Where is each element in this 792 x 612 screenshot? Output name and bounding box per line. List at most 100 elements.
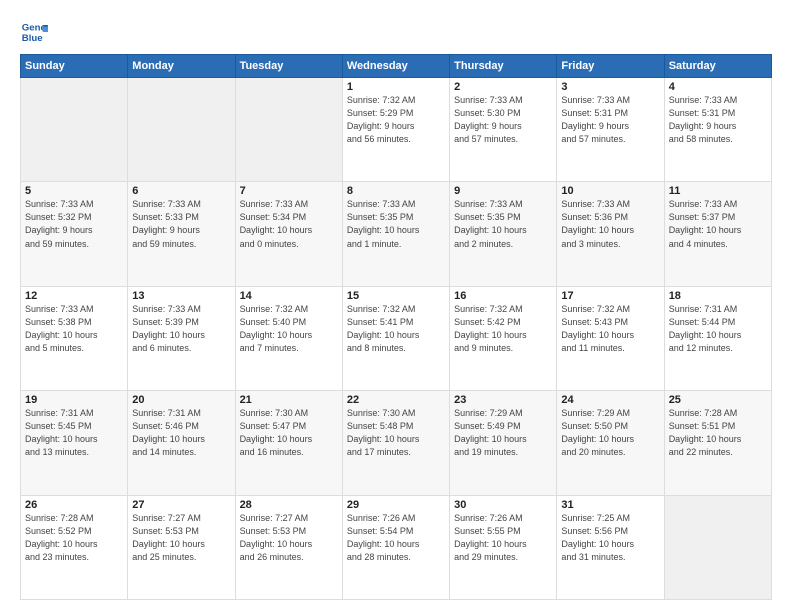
calendar-cell: 5Sunrise: 7:33 AM Sunset: 5:32 PM Daylig… <box>21 182 128 286</box>
calendar-week-4: 19Sunrise: 7:31 AM Sunset: 5:45 PM Dayli… <box>21 391 772 495</box>
cell-day-number: 11 <box>669 185 767 197</box>
calendar-cell: 15Sunrise: 7:32 AM Sunset: 5:41 PM Dayli… <box>342 286 449 390</box>
cell-day-number: 14 <box>240 290 338 302</box>
calendar-cell <box>128 78 235 182</box>
calendar-cell: 31Sunrise: 7:25 AM Sunset: 5:56 PM Dayli… <box>557 495 664 599</box>
calendar-cell: 28Sunrise: 7:27 AM Sunset: 5:53 PM Dayli… <box>235 495 342 599</box>
cell-info: Sunrise: 7:29 AM Sunset: 5:50 PM Dayligh… <box>561 407 659 459</box>
cell-day-number: 27 <box>132 499 230 511</box>
cell-day-number: 26 <box>25 499 123 511</box>
calendar-week-1: 1Sunrise: 7:32 AM Sunset: 5:29 PM Daylig… <box>21 78 772 182</box>
calendar-week-5: 26Sunrise: 7:28 AM Sunset: 5:52 PM Dayli… <box>21 495 772 599</box>
cell-info: Sunrise: 7:30 AM Sunset: 5:48 PM Dayligh… <box>347 407 445 459</box>
cell-info: Sunrise: 7:33 AM Sunset: 5:37 PM Dayligh… <box>669 198 767 250</box>
cell-day-number: 25 <box>669 394 767 406</box>
cell-day-number: 8 <box>347 185 445 197</box>
col-thursday: Thursday <box>450 55 557 78</box>
cell-info: Sunrise: 7:28 AM Sunset: 5:52 PM Dayligh… <box>25 512 123 564</box>
cell-day-number: 15 <box>347 290 445 302</box>
svg-text:Blue: Blue <box>22 33 43 44</box>
cell-info: Sunrise: 7:33 AM Sunset: 5:39 PM Dayligh… <box>132 303 230 355</box>
cell-day-number: 5 <box>25 185 123 197</box>
cell-info: Sunrise: 7:25 AM Sunset: 5:56 PM Dayligh… <box>561 512 659 564</box>
cell-day-number: 19 <box>25 394 123 406</box>
cell-day-number: 18 <box>669 290 767 302</box>
cell-day-number: 3 <box>561 81 659 93</box>
calendar-cell: 2Sunrise: 7:33 AM Sunset: 5:30 PM Daylig… <box>450 78 557 182</box>
calendar-cell: 4Sunrise: 7:33 AM Sunset: 5:31 PM Daylig… <box>664 78 771 182</box>
cell-info: Sunrise: 7:33 AM Sunset: 5:31 PM Dayligh… <box>561 94 659 146</box>
cell-info: Sunrise: 7:33 AM Sunset: 5:30 PM Dayligh… <box>454 94 552 146</box>
calendar-week-3: 12Sunrise: 7:33 AM Sunset: 5:38 PM Dayli… <box>21 286 772 390</box>
page: General Blue Sunday Monday Tuesday Wedne… <box>0 0 792 612</box>
cell-info: Sunrise: 7:31 AM Sunset: 5:44 PM Dayligh… <box>669 303 767 355</box>
calendar-cell: 6Sunrise: 7:33 AM Sunset: 5:33 PM Daylig… <box>128 182 235 286</box>
cell-info: Sunrise: 7:33 AM Sunset: 5:32 PM Dayligh… <box>25 198 123 250</box>
calendar-cell: 18Sunrise: 7:31 AM Sunset: 5:44 PM Dayli… <box>664 286 771 390</box>
cell-info: Sunrise: 7:32 AM Sunset: 5:41 PM Dayligh… <box>347 303 445 355</box>
cell-info: Sunrise: 7:28 AM Sunset: 5:51 PM Dayligh… <box>669 407 767 459</box>
calendar-cell: 3Sunrise: 7:33 AM Sunset: 5:31 PM Daylig… <box>557 78 664 182</box>
col-monday: Monday <box>128 55 235 78</box>
calendar-cell: 12Sunrise: 7:33 AM Sunset: 5:38 PM Dayli… <box>21 286 128 390</box>
cell-day-number: 6 <box>132 185 230 197</box>
cell-info: Sunrise: 7:29 AM Sunset: 5:49 PM Dayligh… <box>454 407 552 459</box>
cell-info: Sunrise: 7:31 AM Sunset: 5:46 PM Dayligh… <box>132 407 230 459</box>
cell-info: Sunrise: 7:32 AM Sunset: 5:42 PM Dayligh… <box>454 303 552 355</box>
cell-info: Sunrise: 7:33 AM Sunset: 5:35 PM Dayligh… <box>347 198 445 250</box>
cell-day-number: 24 <box>561 394 659 406</box>
calendar-table: Sunday Monday Tuesday Wednesday Thursday… <box>20 54 772 600</box>
col-wednesday: Wednesday <box>342 55 449 78</box>
cell-day-number: 13 <box>132 290 230 302</box>
cell-info: Sunrise: 7:33 AM Sunset: 5:35 PM Dayligh… <box>454 198 552 250</box>
calendar-cell: 8Sunrise: 7:33 AM Sunset: 5:35 PM Daylig… <box>342 182 449 286</box>
cell-day-number: 30 <box>454 499 552 511</box>
col-saturday: Saturday <box>664 55 771 78</box>
cell-day-number: 20 <box>132 394 230 406</box>
calendar-cell: 27Sunrise: 7:27 AM Sunset: 5:53 PM Dayli… <box>128 495 235 599</box>
calendar-cell: 23Sunrise: 7:29 AM Sunset: 5:49 PM Dayli… <box>450 391 557 495</box>
calendar-cell <box>235 78 342 182</box>
cell-day-number: 17 <box>561 290 659 302</box>
cell-day-number: 10 <box>561 185 659 197</box>
calendar-cell: 9Sunrise: 7:33 AM Sunset: 5:35 PM Daylig… <box>450 182 557 286</box>
col-friday: Friday <box>557 55 664 78</box>
cell-day-number: 1 <box>347 81 445 93</box>
calendar-cell: 30Sunrise: 7:26 AM Sunset: 5:55 PM Dayli… <box>450 495 557 599</box>
calendar-cell: 17Sunrise: 7:32 AM Sunset: 5:43 PM Dayli… <box>557 286 664 390</box>
cell-info: Sunrise: 7:33 AM Sunset: 5:33 PM Dayligh… <box>132 198 230 250</box>
calendar-cell: 13Sunrise: 7:33 AM Sunset: 5:39 PM Dayli… <box>128 286 235 390</box>
header-row: Sunday Monday Tuesday Wednesday Thursday… <box>21 55 772 78</box>
calendar-cell <box>664 495 771 599</box>
calendar-cell <box>21 78 128 182</box>
calendar-cell: 29Sunrise: 7:26 AM Sunset: 5:54 PM Dayli… <box>342 495 449 599</box>
cell-info: Sunrise: 7:32 AM Sunset: 5:29 PM Dayligh… <box>347 94 445 146</box>
calendar-cell: 22Sunrise: 7:30 AM Sunset: 5:48 PM Dayli… <box>342 391 449 495</box>
cell-info: Sunrise: 7:33 AM Sunset: 5:31 PM Dayligh… <box>669 94 767 146</box>
cell-day-number: 4 <box>669 81 767 93</box>
calendar-cell: 20Sunrise: 7:31 AM Sunset: 5:46 PM Dayli… <box>128 391 235 495</box>
calendar-cell: 24Sunrise: 7:29 AM Sunset: 5:50 PM Dayli… <box>557 391 664 495</box>
cell-info: Sunrise: 7:33 AM Sunset: 5:34 PM Dayligh… <box>240 198 338 250</box>
cell-day-number: 22 <box>347 394 445 406</box>
cell-info: Sunrise: 7:32 AM Sunset: 5:43 PM Dayligh… <box>561 303 659 355</box>
cell-info: Sunrise: 7:26 AM Sunset: 5:54 PM Dayligh… <box>347 512 445 564</box>
cell-day-number: 2 <box>454 81 552 93</box>
header: General Blue <box>20 18 772 46</box>
cell-info: Sunrise: 7:27 AM Sunset: 5:53 PM Dayligh… <box>132 512 230 564</box>
logo-icon: General Blue <box>20 18 48 46</box>
calendar-cell: 10Sunrise: 7:33 AM Sunset: 5:36 PM Dayli… <box>557 182 664 286</box>
cell-day-number: 9 <box>454 185 552 197</box>
col-sunday: Sunday <box>21 55 128 78</box>
cell-day-number: 16 <box>454 290 552 302</box>
cell-day-number: 23 <box>454 394 552 406</box>
cell-day-number: 29 <box>347 499 445 511</box>
cell-info: Sunrise: 7:30 AM Sunset: 5:47 PM Dayligh… <box>240 407 338 459</box>
calendar-cell: 11Sunrise: 7:33 AM Sunset: 5:37 PM Dayli… <box>664 182 771 286</box>
calendar-cell: 14Sunrise: 7:32 AM Sunset: 5:40 PM Dayli… <box>235 286 342 390</box>
cell-info: Sunrise: 7:31 AM Sunset: 5:45 PM Dayligh… <box>25 407 123 459</box>
cell-info: Sunrise: 7:33 AM Sunset: 5:38 PM Dayligh… <box>25 303 123 355</box>
cell-day-number: 12 <box>25 290 123 302</box>
calendar-cell: 1Sunrise: 7:32 AM Sunset: 5:29 PM Daylig… <box>342 78 449 182</box>
calendar-cell: 7Sunrise: 7:33 AM Sunset: 5:34 PM Daylig… <box>235 182 342 286</box>
